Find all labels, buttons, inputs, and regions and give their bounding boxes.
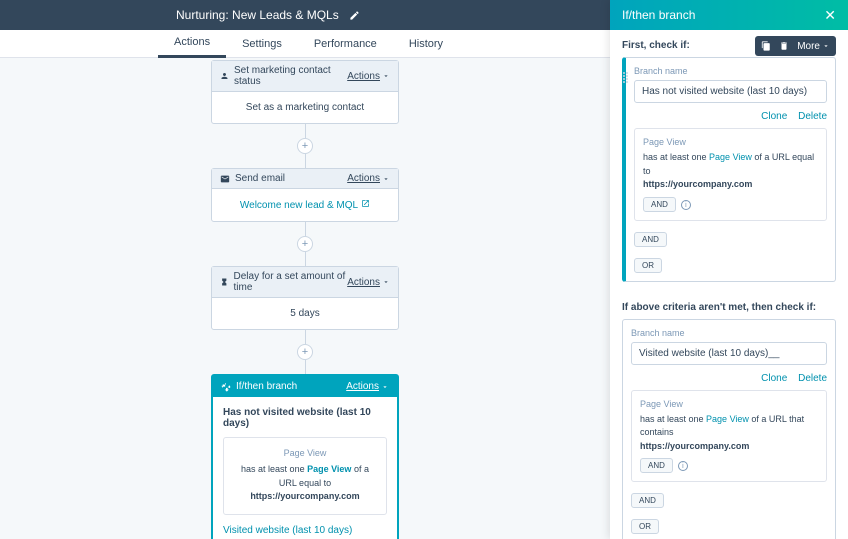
workflow-title: Nurturing: New Leads & MQLs bbox=[176, 8, 339, 22]
drag-handle-icon[interactable] bbox=[623, 72, 629, 83]
card-body: Set as a marketing contact bbox=[212, 92, 398, 123]
branch-name-2: Visited website (last 10 days) bbox=[223, 525, 387, 536]
contact-icon bbox=[220, 71, 229, 81]
email-link[interactable]: Welcome new lead & MQL bbox=[240, 200, 370, 211]
connector bbox=[305, 222, 306, 236]
card-title: Delay for a set amount of time bbox=[234, 271, 348, 293]
clone-link[interactable]: Clone bbox=[761, 111, 787, 122]
add-action-button[interactable]: + bbox=[297, 138, 313, 154]
branch-criteria: Page View has at least one Page View of … bbox=[223, 437, 387, 515]
action-card-send-email[interactable]: Send email Actions Welcome new lead & MQ… bbox=[211, 168, 399, 222]
connector bbox=[305, 124, 306, 138]
criteria-block[interactable]: Page View has at least one Page View of … bbox=[631, 390, 827, 483]
and-pill[interactable]: AND bbox=[640, 458, 673, 473]
email-icon bbox=[220, 174, 230, 184]
tab-performance[interactable]: Performance bbox=[298, 30, 393, 58]
tab-actions[interactable]: Actions bbox=[158, 30, 226, 58]
card-actions-menu[interactable]: Actions bbox=[346, 381, 389, 392]
add-action-button[interactable]: + bbox=[297, 236, 313, 252]
branch-box-2: Branch name Clone Delete Page View has a… bbox=[622, 319, 836, 539]
branch-box-1: Branch name Clone Delete Page View has a… bbox=[622, 57, 836, 282]
info-icon[interactable]: i bbox=[681, 200, 691, 210]
delete-link[interactable]: Delete bbox=[798, 111, 827, 122]
caret-down-icon bbox=[382, 278, 390, 286]
card-actions-menu[interactable]: Actions bbox=[347, 71, 390, 82]
connector bbox=[305, 330, 306, 344]
action-card-set-contact[interactable]: Set marketing contact status Actions Set… bbox=[211, 60, 399, 124]
copy-icon[interactable] bbox=[761, 41, 771, 51]
and-pill[interactable]: AND bbox=[631, 493, 664, 508]
branch-name-input-2[interactable] bbox=[631, 342, 827, 365]
action-card-delay[interactable]: Delay for a set amount of time Actions 5… bbox=[211, 266, 399, 330]
branch-name-label: Branch name bbox=[634, 66, 827, 76]
card-actions-menu[interactable]: Actions bbox=[347, 277, 390, 288]
edit-icon[interactable] bbox=[349, 10, 360, 21]
clone-link[interactable]: Clone bbox=[761, 373, 787, 384]
connector bbox=[305, 252, 306, 266]
caret-down-icon bbox=[381, 383, 389, 391]
external-link-icon bbox=[361, 199, 370, 208]
and-pill[interactable]: AND bbox=[643, 197, 676, 212]
and-pill[interactable]: AND bbox=[634, 232, 667, 247]
action-card-branch[interactable]: If/then branch Actions Has not visited w… bbox=[211, 374, 399, 539]
side-panel: If/then branch ✕ More First, check if: B… bbox=[610, 0, 848, 539]
panel-toolbar: More bbox=[755, 36, 836, 56]
tab-history[interactable]: History bbox=[393, 30, 459, 58]
hourglass-icon bbox=[220, 277, 229, 287]
branch-icon bbox=[221, 382, 231, 392]
panel-title: If/then branch bbox=[622, 8, 695, 22]
delete-link[interactable]: Delete bbox=[798, 373, 827, 384]
workflow-canvas: Set marketing contact status Actions Set… bbox=[0, 58, 610, 539]
or-pill[interactable]: OR bbox=[634, 258, 662, 273]
caret-down-icon bbox=[822, 42, 830, 50]
criteria-type: Page View bbox=[234, 448, 376, 458]
branch-name-1: Has not visited website (last 10 days) bbox=[223, 407, 387, 429]
more-menu[interactable]: More bbox=[797, 41, 830, 52]
criteria-block[interactable]: Page View has at least one Page View of … bbox=[634, 128, 827, 221]
branch-name-input-1[interactable] bbox=[634, 80, 827, 103]
card-title: If/then branch bbox=[236, 381, 297, 392]
delete-icon[interactable] bbox=[779, 41, 789, 51]
card-body: 5 days bbox=[212, 298, 398, 329]
close-button[interactable]: ✕ bbox=[824, 7, 836, 24]
criteria-type: Page View bbox=[643, 137, 818, 147]
caret-down-icon bbox=[382, 72, 390, 80]
caret-down-icon bbox=[382, 175, 390, 183]
card-title: Set marketing contact status bbox=[234, 65, 347, 87]
connector bbox=[305, 360, 306, 374]
tab-settings[interactable]: Settings bbox=[226, 30, 298, 58]
second-check-label: If above criteria aren't met, then check… bbox=[622, 302, 836, 313]
criteria-type: Page View bbox=[640, 399, 818, 409]
branch-name-label: Branch name bbox=[631, 328, 827, 338]
add-action-button[interactable]: + bbox=[297, 344, 313, 360]
card-actions-menu[interactable]: Actions bbox=[347, 173, 390, 184]
card-title: Send email bbox=[235, 173, 285, 184]
info-icon[interactable]: i bbox=[678, 461, 688, 471]
connector bbox=[305, 154, 306, 168]
or-pill[interactable]: OR bbox=[631, 519, 659, 534]
